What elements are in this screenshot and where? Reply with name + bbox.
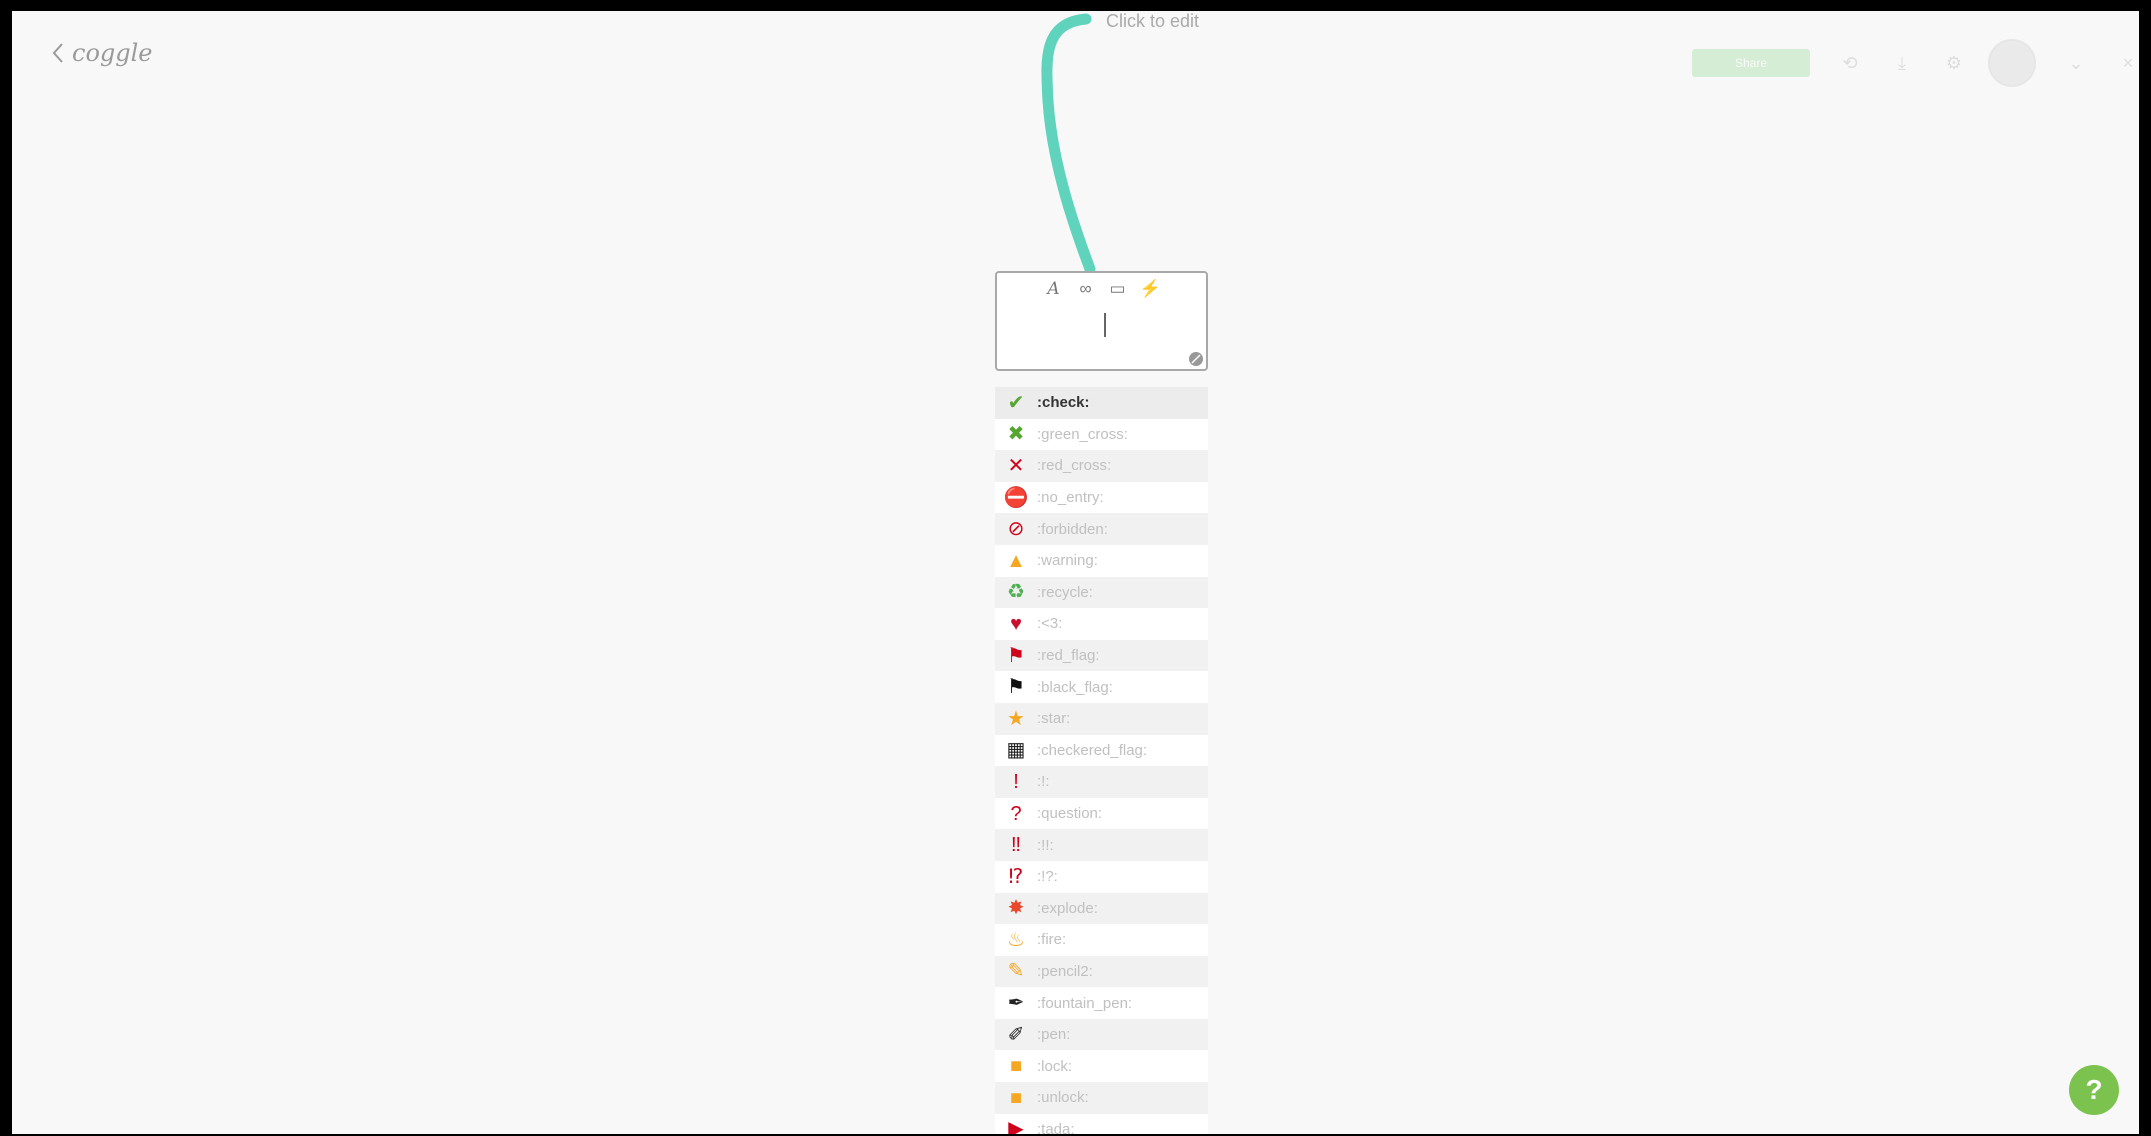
explode-icon: ✸ (1007, 897, 1025, 920)
no-entry-icon: ⛔ (1003, 486, 1029, 509)
mind-map-branch (1041, 13, 1096, 275)
fire-icon: ♨ (1007, 928, 1025, 951)
emoji-code-label: :no_entry: (1037, 489, 1104, 507)
emoji-code-label: :star: (1037, 710, 1071, 728)
help-button[interactable]: ? (2069, 1065, 2119, 1115)
checkered-flag-icon: ▦ (1006, 739, 1026, 762)
warning-icon: ▲ (1006, 549, 1026, 572)
emoji-option[interactable]: ★ :star: (995, 702, 1208, 735)
emoji-option[interactable]: ♨ :fire: (995, 924, 1208, 956)
history-icon[interactable]: ⟲ (1838, 51, 1862, 75)
lock-icon: ■ (1009, 1055, 1023, 1078)
emoji-code-label: :warning: (1037, 552, 1098, 570)
emoji-code-label: :lock: (1037, 1057, 1073, 1075)
close-icon[interactable]: × (2116, 51, 2139, 75)
emoji-option[interactable]: ✖ :green_cross: (995, 418, 1208, 451)
share-button[interactable]: Share (1692, 49, 1810, 77)
emoji-code-label: :fountain_pen: (1037, 994, 1133, 1012)
tada-icon: ▶ (1008, 1118, 1024, 1134)
top-toolbar: Share ⟲ ⤓ ⚙ ⌄ × (1692, 39, 2139, 87)
node-editor[interactable]: A ∞ ▭ ⚡ (995, 271, 1208, 371)
heart-icon: ♥ (1010, 612, 1022, 635)
red-flag-icon: ⚑ (1007, 644, 1025, 667)
emoji-code-label: :forbidden: (1037, 520, 1108, 538)
emoji-code-label: :pen: (1037, 1026, 1071, 1044)
avatar[interactable] (1988, 39, 2036, 87)
emoji-option[interactable]: ‼:!!: (995, 829, 1208, 861)
emoji-code-label: :!: (1037, 773, 1050, 791)
settings-icon[interactable]: ⚙ (1942, 51, 1966, 75)
star-icon: ★ (1007, 707, 1025, 730)
black-flag-icon: ⚑ (1007, 676, 1025, 699)
node-label[interactable]: Click to edit (1106, 11, 1199, 32)
emoji-code-label: :recycle: (1037, 583, 1093, 601)
exclamation-icon: ! (1013, 770, 1019, 793)
red-cross-icon: ✕ (1007, 454, 1025, 477)
emoji-code-label: :check: (1037, 394, 1090, 412)
emoji-option[interactable]: ▦ :checkered_flag: (995, 734, 1208, 767)
question-icon: ? (1010, 802, 1022, 825)
image-icon[interactable]: ▭ (1108, 279, 1128, 299)
emoji-code-label: :question: (1037, 805, 1103, 823)
emoji-code-label: :!?: (1037, 868, 1058, 886)
emoji-option[interactable]: ? :question: (995, 797, 1208, 830)
double-exclamation-icon: ‼ (1011, 834, 1021, 857)
emoji-code-label: :fire: (1037, 931, 1067, 949)
link-icon[interactable]: ∞ (1076, 279, 1096, 299)
mind-map-canvas[interactable]: coggle Share ⟲ ⤓ ⚙ ⌄ × Click to edit A ∞… (12, 11, 2139, 1134)
emoji-code-label: :checkered_flag: (1037, 741, 1148, 759)
emoji-option[interactable]: ■ :lock: (995, 1050, 1208, 1083)
emoji-code-label: :<3: (1037, 615, 1063, 633)
emoji-option[interactable]: ⚑ :black_flag: (995, 671, 1208, 703)
forbidden-icon: ⊘ (1007, 518, 1025, 541)
emoji-code-label: :black_flag: (1037, 678, 1113, 696)
emoji-option[interactable]: ✐ :pen: (995, 1018, 1208, 1051)
recycle-icon: ♻ (1007, 581, 1025, 604)
resize-handle-icon[interactable] (1188, 351, 1204, 367)
text-cursor (1104, 313, 1106, 337)
emoji-option[interactable]: ⚑ :red_flag: (995, 639, 1208, 672)
emoji-autocomplete-list: ✔ :check: ✖ :green_cross: ✕ :red_cross: ⛔ :no_e… (995, 387, 1208, 1134)
emoji-code-label: :!!: (1037, 836, 1054, 854)
green-cross-icon: ✖ (1007, 423, 1025, 446)
emoji-option[interactable]: ✕ :red_cross: (995, 450, 1208, 482)
expand-icon[interactable]: ⌄ (2064, 51, 2088, 75)
emoji-code-label: :explode: (1037, 899, 1098, 917)
pen-icon: ✐ (1007, 1023, 1025, 1046)
interrobang-icon: ⁉ (1008, 865, 1024, 888)
fountain-pen-icon: ✒ (1007, 992, 1025, 1015)
emoji-code-label: :green_cross: (1037, 425, 1128, 443)
emoji-option[interactable]: ⊘ :forbidden: (995, 513, 1208, 545)
emoji-option[interactable]: ▶ :tada: (995, 1113, 1208, 1134)
emoji-code-label: :pencil2: (1037, 962, 1093, 980)
emoji-option[interactable]: ✸ :explode: (995, 892, 1208, 925)
emoji-option[interactable]: ✒ :fountain_pen: (995, 987, 1208, 1019)
lightning-icon[interactable]: ⚡ (1140, 279, 1161, 299)
emoji-option[interactable]: ✎ :pencil2: (995, 955, 1208, 988)
emoji-option[interactable]: ■ :unlock: (995, 1082, 1208, 1114)
emoji-code-label: :unlock: (1037, 1089, 1089, 1107)
emoji-option[interactable]: ♻ :recycle: (995, 576, 1208, 609)
emoji-option[interactable]: ✔ :check: (995, 387, 1208, 419)
pencil-icon: ✎ (1007, 960, 1025, 983)
emoji-code-label: :red_flag: (1037, 647, 1100, 665)
text-format-icon[interactable]: A (1044, 279, 1064, 299)
unlock-icon: ■ (1009, 1086, 1023, 1109)
emoji-option[interactable]: ⁉:!?: (995, 860, 1208, 893)
emoji-option[interactable]: ♥ :<3: (995, 608, 1208, 640)
emoji-code-label: :tada: (1037, 1120, 1075, 1134)
emoji-code-label: :red_cross: (1037, 457, 1112, 475)
check-icon: ✔ (1007, 391, 1025, 414)
emoji-option[interactable]: ▲ :warning: (995, 544, 1208, 577)
download-icon[interactable]: ⤓ (1890, 51, 1914, 75)
emoji-option[interactable]: ⛔ :no_entry: (995, 481, 1208, 514)
emoji-option[interactable]: !:!: (995, 766, 1208, 798)
